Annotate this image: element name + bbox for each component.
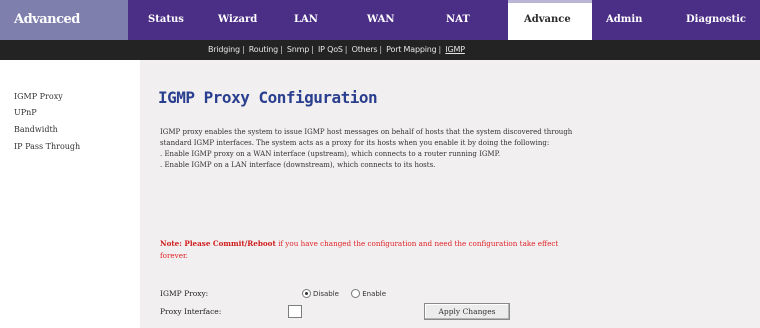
sidebar-item-igmp-proxy[interactable]: IGMP Proxy (14, 92, 63, 101)
subnav-separator: | (379, 45, 382, 54)
tab-diagnostic[interactable]: Diagnostic (686, 0, 746, 40)
sidebar-item-ip-pass-through[interactable]: IP Pass Through (14, 142, 80, 151)
subnav-separator: | (280, 45, 283, 54)
page-title: IGMP Proxy Configuration (158, 88, 378, 107)
sub-navigation-links: Bridging | Routing | Snmp | IP QoS | Others |… (208, 40, 465, 60)
proxy-interface-select[interactable] (288, 305, 302, 318)
subnav-igmp[interactable]: IGMP (445, 45, 465, 54)
proxy-interface-label: Proxy Interface: (160, 307, 222, 316)
subnav-snmp[interactable]: Snmp (287, 45, 309, 54)
apply-changes-button[interactable]: Apply Changes (424, 303, 510, 320)
subnav-separator: | (438, 45, 442, 54)
description-paragraph: IGMP proxy enables the system to issue I… (160, 128, 573, 147)
subnav-ip-qos[interactable]: IP QoS (318, 45, 343, 54)
igmp-proxy-label: IGMP Proxy: (160, 289, 209, 298)
note-lead: Note: Please Commit/Reboot (160, 239, 276, 248)
main-tabs: Status Wizard LAN WAN NAT Advance Admin … (128, 0, 760, 40)
tab-wizard[interactable]: Wizard (218, 0, 257, 40)
subnav-port-mapping[interactable]: Port Mapping (386, 45, 437, 54)
sub-navigation-bar: Bridging | Routing | Snmp | IP QoS | Others |… (0, 40, 760, 60)
tab-advance[interactable]: Advance (508, 0, 592, 40)
sidebar-item-bandwidth[interactable]: Bandwidth (14, 125, 58, 134)
brand-title: Advanced (0, 0, 128, 40)
tab-admin[interactable]: Admin (606, 0, 642, 40)
top-navigation-bar: Advanced Status Wizard LAN WAN NAT Advan… (0, 0, 760, 40)
sidebar-item-upnp[interactable]: UPnP (14, 108, 37, 117)
subnav-others[interactable]: Others (352, 45, 378, 54)
subnav-bridging[interactable]: Bridging (208, 45, 240, 54)
radio-disable-label: Disable (313, 289, 339, 298)
main-content: IGMP Proxy Configuration IGMP proxy enab… (140, 60, 760, 328)
subnav-separator: | (241, 45, 245, 54)
sidebar: IGMP Proxy UPnP Bandwidth IP Pass Throug… (0, 60, 140, 328)
tab-lan[interactable]: LAN (294, 0, 318, 40)
description-paragraph: . Enable IGMP proxy on a WAN interface (… (160, 150, 501, 158)
igmp-proxy-radio-group: Disable Enable (302, 289, 396, 301)
tab-status[interactable]: Status (148, 0, 184, 40)
radio-enable[interactable] (351, 289, 361, 298)
subnav-separator: | (311, 45, 314, 54)
commit-note: Note: Please Commit/Reboot if you have c… (160, 238, 578, 262)
subnav-separator: | (344, 45, 348, 54)
radio-enable-label: Enable (362, 289, 387, 298)
description-text: IGMP proxy enables the system to issue I… (160, 127, 578, 171)
tab-nat[interactable]: NAT (446, 0, 470, 40)
radio-disable[interactable] (302, 289, 311, 298)
tab-wan[interactable]: WAN (367, 0, 395, 40)
subnav-routing[interactable]: Routing (249, 45, 278, 54)
description-paragraph: . Enable IGMP on a LAN interface (downst… (160, 161, 436, 169)
